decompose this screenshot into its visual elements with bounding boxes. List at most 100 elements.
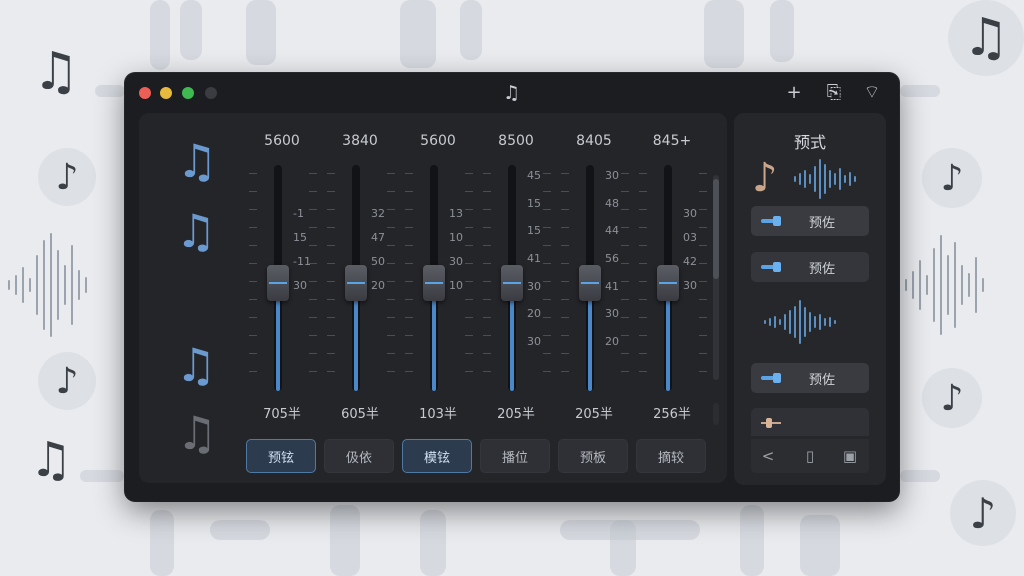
scale-label: 48	[605, 196, 619, 210]
scale-tick	[249, 263, 257, 264]
channel-preset-button[interactable]: 伋依	[324, 439, 394, 473]
channel-value: 256半	[653, 407, 691, 422]
scale-tick	[543, 353, 551, 354]
scale-tick	[249, 281, 257, 282]
fader-knob[interactable]	[345, 265, 367, 301]
scale-tick	[621, 191, 629, 192]
scale-tick	[309, 209, 317, 210]
zoom-window-button[interactable]	[182, 87, 194, 99]
scale-label: 10	[449, 231, 463, 244]
scale-label: 44	[605, 224, 619, 238]
scale-tick	[405, 209, 413, 210]
scale-tick	[543, 281, 551, 282]
export-icon[interactable]: ⎘	[823, 81, 845, 103]
scale-tick	[639, 353, 647, 354]
back-icon[interactable]: <	[759, 447, 777, 465]
scale-label: 20	[605, 335, 619, 348]
scale-tick	[327, 209, 335, 210]
scale-tick	[309, 353, 317, 354]
bg-bar	[150, 0, 170, 70]
scrollbar[interactable]	[713, 175, 719, 380]
scale-label: 20	[527, 307, 541, 321]
channel-frequency: 5600	[420, 133, 456, 149]
scale-tick	[249, 209, 257, 210]
scale-tick	[561, 299, 569, 300]
scale-tick	[309, 173, 317, 174]
preset-toggle-3[interactable]: 预佐	[751, 363, 869, 393]
scale-tick	[621, 371, 629, 372]
scale-tick	[639, 335, 647, 336]
scale-tick	[405, 245, 413, 246]
bg-bar	[95, 85, 125, 97]
scale-tick	[543, 209, 551, 210]
scale-tick	[561, 317, 569, 318]
scale-tick	[699, 281, 707, 282]
scale-tick	[561, 281, 569, 282]
scale-tick	[543, 335, 551, 336]
preset-toggle-2[interactable]: 预佐	[751, 252, 869, 282]
channel-preset-button[interactable]: 预铉	[246, 439, 316, 473]
window-icon[interactable]: ▣	[841, 447, 859, 465]
scale-tick	[483, 191, 491, 192]
scale-label: 30	[605, 307, 619, 321]
scale-tick	[699, 335, 707, 336]
scale-label: 15	[293, 231, 307, 244]
scale-tick	[387, 209, 395, 210]
slider-handle[interactable]	[766, 418, 772, 428]
fader-knob[interactable]	[657, 265, 679, 301]
scale-label: 30	[449, 255, 463, 268]
scale-label: 56	[605, 252, 619, 265]
scale-tick	[483, 335, 491, 336]
fader-knob[interactable]	[267, 265, 289, 301]
minimize-window-button[interactable]	[160, 87, 172, 99]
scale-label: 03	[683, 231, 697, 244]
music-note-icon: ♪	[752, 155, 778, 201]
channel-preset-button[interactable]: 摘较	[636, 439, 706, 473]
preset-slider[interactable]	[751, 408, 869, 436]
waveform-left	[8, 230, 87, 340]
device-icon[interactable]: ▯	[801, 447, 819, 465]
bg-bar	[740, 505, 764, 576]
scale-label: 30	[605, 169, 619, 182]
bg-bar	[80, 470, 124, 482]
scrollbar-thumb[interactable]	[713, 179, 719, 279]
fader-knob[interactable]	[501, 265, 523, 301]
scale-tick	[405, 263, 413, 264]
scale-tick	[465, 317, 473, 318]
fader-knob[interactable]	[579, 265, 601, 301]
channel-value: 705半	[263, 407, 301, 422]
plus-icon[interactable]: +	[783, 81, 805, 103]
scale-tick	[327, 353, 335, 354]
scale-tick	[561, 263, 569, 264]
channel-preset-button[interactable]: 播位	[480, 439, 550, 473]
channel-frequency: 8500	[498, 133, 534, 149]
scrollbar-lower[interactable]	[713, 403, 719, 425]
scale-tick	[699, 245, 707, 246]
channel-preset-button[interactable]: 预板	[558, 439, 628, 473]
equalizer-window: ♫ + ⎘ ⌔ ♫ ♫ ♫ ♫ 5600 -1 15 -11 30 705半 预铉 3840 3…	[125, 73, 899, 501]
scale-label: 41	[605, 279, 619, 293]
scale-tick	[543, 191, 551, 192]
scale-tick	[387, 281, 395, 282]
scale-tick	[405, 173, 413, 174]
scale-tick	[621, 317, 629, 318]
scale-tick	[387, 227, 395, 228]
scale-label: 30	[527, 279, 541, 293]
wifi-icon[interactable]: ⌔	[861, 81, 883, 103]
bg-bar	[180, 0, 202, 60]
music-notes-icon: ♫	[176, 406, 218, 460]
channel-value: 205半	[575, 407, 613, 422]
channel-preset-button[interactable]: 模铉	[402, 439, 472, 473]
music-note-icon: ♪	[38, 352, 96, 410]
scale-tick	[387, 299, 395, 300]
scale-tick	[387, 335, 395, 336]
scale-tick	[483, 263, 491, 264]
preset-toggle-1[interactable]: 预佐	[751, 206, 869, 236]
scale-tick	[483, 173, 491, 174]
fader-knob[interactable]	[423, 265, 445, 301]
scale-tick	[405, 371, 413, 372]
scale-tick	[561, 245, 569, 246]
close-window-button[interactable]	[139, 87, 151, 99]
scale-tick	[309, 281, 317, 282]
scale-tick	[699, 173, 707, 174]
